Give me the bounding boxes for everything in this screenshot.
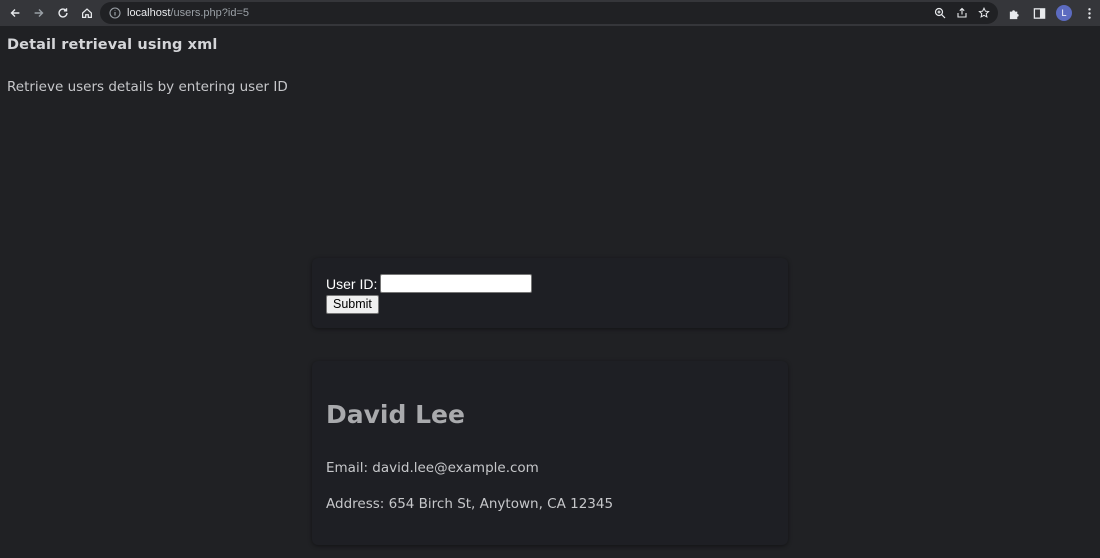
page-title: Detail retrieval using xml <box>7 37 218 53</box>
star-icon <box>978 7 990 18</box>
site-info-icon[interactable] <box>109 7 121 19</box>
zoom-icon <box>934 7 946 19</box>
back-button[interactable] <box>3 1 27 25</box>
side-panel-icon <box>1033 7 1045 19</box>
extensions-button[interactable] <box>1004 3 1024 23</box>
menu-icon <box>1087 7 1091 19</box>
reload-icon <box>58 8 68 18</box>
zoom-button[interactable] <box>932 5 948 21</box>
user-id-row: User ID: <box>326 274 533 293</box>
user-address: Address: 654 Birch St, Anytown, CA 12345 <box>326 496 614 512</box>
url-host: localhost <box>127 7 171 19</box>
home-button[interactable] <box>75 1 99 25</box>
user-id-input[interactable] <box>380 274 533 293</box>
browser-toolbar: localhost/users.php?id=5 L <box>0 0 1100 26</box>
page-subtitle: Retrieve users details by entering user … <box>7 79 288 95</box>
user-email: Email: david.lee@example.com <box>326 460 539 476</box>
forward-button[interactable] <box>27 1 51 25</box>
url-path: /users.php?id=5 <box>170 7 250 19</box>
share-button[interactable] <box>954 5 970 21</box>
share-icon <box>957 7 967 18</box>
avatar: L <box>1056 5 1072 21</box>
side-panel-button[interactable] <box>1029 3 1049 23</box>
bookmark-button[interactable] <box>976 5 992 21</box>
forward-icon <box>34 9 44 17</box>
home-icon <box>82 8 92 18</box>
user-id-form: User ID: Submit <box>312 258 788 328</box>
user-id-label: User ID: <box>326 275 378 292</box>
user-details-card: David Lee Email: david.lee@example.com A… <box>312 361 788 545</box>
address-bar[interactable]: localhost/users.php?id=5 <box>100 2 998 24</box>
extensions-icon <box>1009 9 1019 19</box>
menu-button[interactable] <box>1079 3 1099 23</box>
submit-button[interactable]: Submit <box>326 295 379 314</box>
reload-button[interactable] <box>51 1 75 25</box>
url-text: localhost/users.php?id=5 <box>127 7 249 19</box>
back-icon <box>10 9 20 17</box>
user-name: David Lee <box>326 400 465 429</box>
profile-button[interactable]: L <box>1054 3 1074 23</box>
